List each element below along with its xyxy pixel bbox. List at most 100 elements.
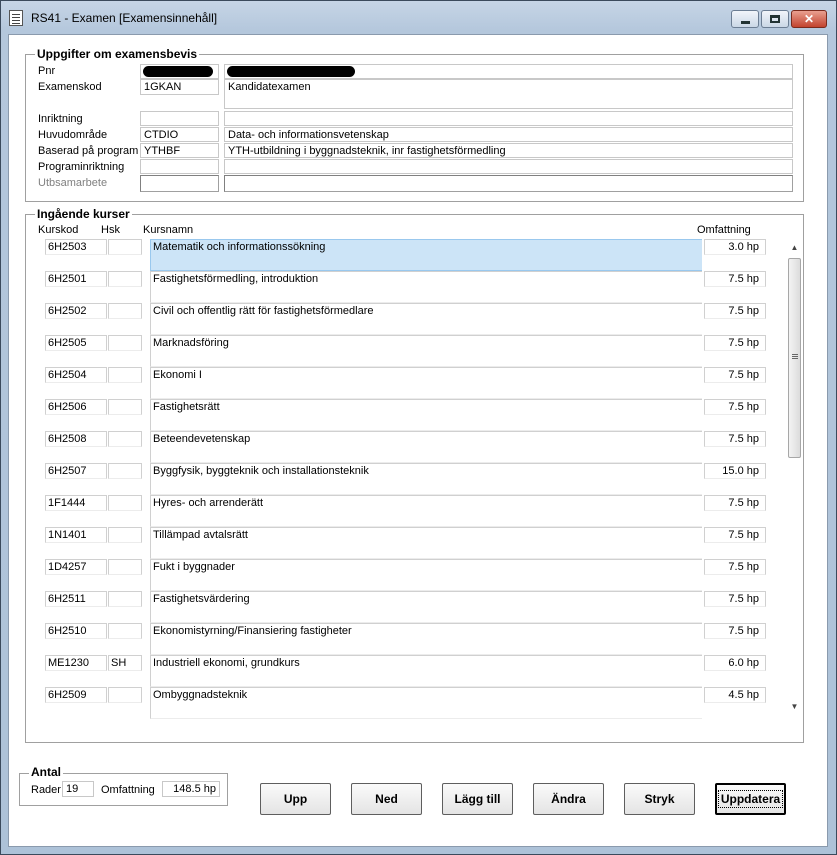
table-row[interactable]: 6H2502 Civil och offentlig rätt för fasti… [45,303,767,335]
course-code-cell[interactable]: 6H2505 [45,335,107,351]
hsk-cell[interactable] [108,463,142,479]
hsk-cell[interactable] [108,431,142,447]
utbsamarbete-name-field[interactable] [224,175,793,192]
course-name-cell[interactable]: Byggfysik, byggteknik och installationst… [150,463,702,495]
table-row[interactable]: 1N1401 Tillämpad avtalsrätt 7.5 hp [45,527,767,559]
programinriktning-name-field[interactable] [224,159,793,174]
lagg-till-button[interactable]: Lägg till [442,783,513,815]
course-code-cell[interactable]: 6H2510 [45,623,107,639]
upp-button[interactable]: Upp [260,783,331,815]
scrollbar-thumb[interactable] [788,258,801,458]
omfattning-cell[interactable]: 7.5 hp [704,527,766,543]
course-name-cell[interactable]: Beteendevetenskap [150,431,702,463]
hsk-cell[interactable]: SH [108,655,142,671]
omfattning-cell[interactable]: 7.5 hp [704,495,766,511]
omfattning-cell[interactable]: 7.5 hp [704,431,766,447]
course-name-cell[interactable]: Ombyggnadsteknik [150,687,702,719]
hsk-cell[interactable] [108,559,142,575]
andra-button[interactable]: Ändra [533,783,604,815]
course-name-cell[interactable]: Fukt i byggnader [150,559,702,591]
programinriktning-code-field[interactable] [140,159,219,174]
course-code-cell[interactable]: ME1230 [45,655,107,671]
course-name-cell[interactable]: Matematik och informationssökning [150,239,702,271]
table-row[interactable]: 6H2506 Fastighetsrätt 7.5 hp [45,399,767,431]
scroll-down-icon[interactable]: ▼ [787,699,802,715]
course-code-cell[interactable]: 6H2509 [45,687,107,703]
hsk-cell[interactable] [108,687,142,703]
inriktning-code-field[interactable] [140,111,219,126]
hsk-cell[interactable] [108,495,142,511]
omfattning-cell[interactable]: 7.5 hp [704,271,766,287]
course-name-cell[interactable]: Fastighetsförmedling, introduktion [150,271,702,303]
course-code-cell[interactable]: 1N1401 [45,527,107,543]
utbsamarbete-code-field[interactable] [140,175,219,192]
course-code-cell[interactable]: 6H2504 [45,367,107,383]
table-row[interactable]: 6H2504 Ekonomi I 7.5 hp [45,367,767,399]
table-row[interactable]: ME1230 SH Industriell ekonomi, grundkurs 6.… [45,655,767,687]
course-name-cell[interactable]: Industriell ekonomi, grundkurs [150,655,702,687]
program-code-field[interactable]: YTHBF [140,143,219,158]
course-code-cell[interactable]: 1D4257 [45,559,107,575]
hsk-cell[interactable] [108,527,142,543]
table-row[interactable]: 1F1444 Hyres- och arrenderätt 7.5 hp [45,495,767,527]
table-row[interactable]: 1D4257 Fukt i byggnader 7.5 hp [45,559,767,591]
course-name-cell[interactable]: Fastighetsvärdering [150,591,702,623]
stryk-button[interactable]: Stryk [624,783,695,815]
hsk-cell[interactable] [108,591,142,607]
table-row[interactable]: 6H2511 Fastighetsvärdering 7.5 hp [45,591,767,623]
omfattning-cell[interactable]: 7.5 hp [704,399,766,415]
inriktning-name-field[interactable] [224,111,793,126]
omfattning-cell[interactable]: 3.0 hp [704,239,766,255]
examen-name-field[interactable]: Kandidatexamen [224,79,793,109]
omfattning-cell[interactable]: 7.5 hp [704,335,766,351]
course-code-cell[interactable]: 1F1444 [45,495,107,511]
omfattning-cell[interactable]: 7.5 hp [704,367,766,383]
course-name-cell[interactable]: Civil och offentlig rätt för fastighetsf… [150,303,702,335]
hsk-cell[interactable] [108,335,142,351]
ned-button[interactable]: Ned [351,783,422,815]
uppdatera-button[interactable]: Uppdatera [715,783,786,815]
table-row[interactable]: 6H2505 Marknadsföring 7.5 hp [45,335,767,367]
table-row[interactable]: 6H2509 Ombyggnadsteknik 4.5 hp [45,687,767,719]
hsk-cell[interactable] [108,399,142,415]
omfattning-cell[interactable]: 7.5 hp [704,623,766,639]
course-list-scrollbar[interactable]: ▲ ▼ [787,240,802,715]
course-code-cell[interactable]: 6H2506 [45,399,107,415]
huvudomrade-code-field[interactable]: CTDIO [140,127,219,142]
course-name-cell[interactable]: Ekonomi I [150,367,702,399]
course-code-cell[interactable]: 6H2511 [45,591,107,607]
maximize-button[interactable] [761,10,789,28]
course-name-cell[interactable]: Ekonomistyrning/Finansiering fastigheter [150,623,702,655]
hsk-cell[interactable] [108,623,142,639]
close-button[interactable]: ✕ [791,10,827,28]
course-name-cell[interactable]: Tillämpad avtalsrätt [150,527,702,559]
table-row[interactable]: 6H2501 Fastighetsförmedling, introduktion… [45,271,767,303]
title-bar[interactable]: RS41 - Examen [Examensinnehåll] ✕ [1,1,836,35]
course-code-cell[interactable]: 6H2503 [45,239,107,255]
course-code-cell[interactable]: 6H2508 [45,431,107,447]
minimize-button[interactable] [731,10,759,28]
course-name-cell[interactable]: Fastighetsrätt [150,399,702,431]
table-row[interactable]: 6H2503 Matematik och informationssökning 3… [45,239,767,271]
hsk-cell[interactable] [108,303,142,319]
omfattning-cell[interactable]: 7.5 hp [704,303,766,319]
hsk-cell[interactable] [108,367,142,383]
course-code-cell[interactable]: 6H2502 [45,303,107,319]
omfattning-cell[interactable]: 7.5 hp [704,559,766,575]
hsk-cell[interactable] [108,271,142,287]
omfattning-cell[interactable]: 15.0 hp [704,463,766,479]
course-code-cell[interactable]: 6H2501 [45,271,107,287]
hsk-cell[interactable] [108,239,142,255]
table-row[interactable]: 6H2508 Beteendevetenskap 7.5 hp [45,431,767,463]
examenskod-field[interactable]: 1GKAN [140,79,219,95]
huvudomrade-name-field[interactable]: Data- och informationsvetenskap [224,127,793,142]
table-row[interactable]: 6H2507 Byggfysik, byggteknik och installa… [45,463,767,495]
course-name-cell[interactable]: Hyres- och arrenderätt [150,495,702,527]
table-row[interactable]: 6H2510 Ekonomistyrning/Finansiering fasti… [45,623,767,655]
scroll-up-icon[interactable]: ▲ [787,240,802,256]
omfattning-cell[interactable]: 4.5 hp [704,687,766,703]
omfattning-cell[interactable]: 6.0 hp [704,655,766,671]
program-name-field[interactable]: YTH-utbildning i byggnadsteknik, inr fas… [224,143,793,158]
course-name-cell[interactable]: Marknadsföring [150,335,702,367]
course-code-cell[interactable]: 6H2507 [45,463,107,479]
